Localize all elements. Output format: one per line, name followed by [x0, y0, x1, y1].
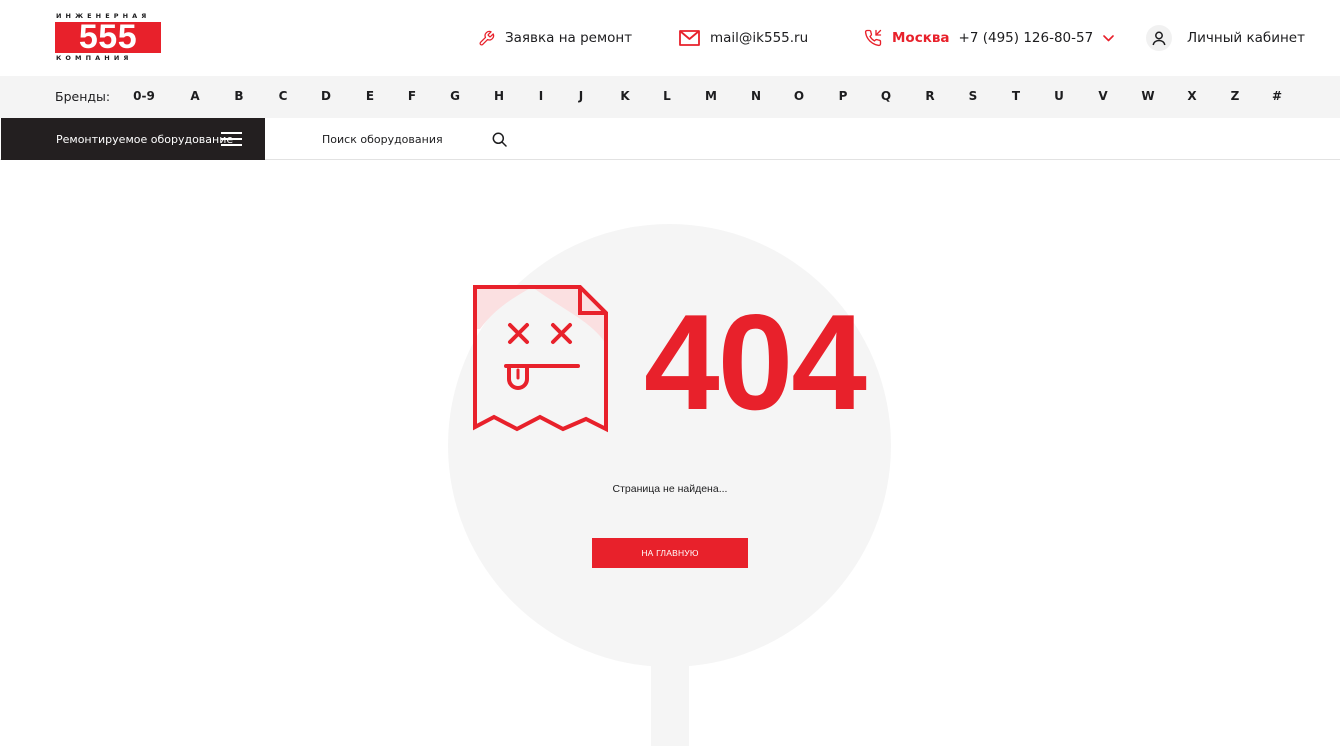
brand-letter-h[interactable]: H: [494, 76, 504, 118]
brand-letter-f[interactable]: F: [408, 76, 416, 118]
brand-letter-x[interactable]: X: [1187, 76, 1196, 118]
account-label: Личный кабинет: [1187, 30, 1305, 46]
logo-number: 555: [78, 18, 138, 56]
go-home-button[interactable]: НА ГЛАВНУЮ: [592, 538, 748, 568]
site-header: ИНЖЕНЕРНАЯ 555 КОМПАНИЯ Заявка на ремонт…: [0, 0, 1340, 76]
phone-city-selector[interactable]: Москва +7 (495) 126-80-57: [864, 24, 1114, 52]
brand-letter-p[interactable]: P: [839, 76, 848, 118]
brand-letter-e[interactable]: E: [366, 76, 374, 118]
logo-bottom-caption: КОМПАНИЯ: [56, 54, 133, 62]
brand-letter-0-9[interactable]: 0-9: [133, 76, 155, 118]
equipment-catalog-button[interactable]: Ремонтируемое оборудование: [1, 118, 265, 160]
brand-letter-hash[interactable]: #: [1272, 76, 1282, 118]
brand-letter-q[interactable]: Q: [881, 76, 891, 118]
error-message: Страница не найдена...: [612, 483, 728, 495]
brand-letter-m[interactable]: M: [705, 76, 717, 118]
repair-request-label: Заявка на ремонт: [505, 30, 633, 46]
email-link[interactable]: mail@ik555.ru: [679, 24, 808, 52]
user-icon: [1146, 25, 1172, 51]
brand-letter-b[interactable]: B: [234, 76, 243, 118]
phone-number: +7 (495) 126-80-57: [958, 30, 1094, 46]
brands-label: Бренды:: [55, 89, 111, 104]
search-icon[interactable]: [490, 130, 508, 148]
brand-letter-j[interactable]: J: [579, 76, 583, 118]
brands-alphabet-bar: Бренды: 0-9 A B C D E F G H I J K L M N …: [0, 76, 1340, 118]
brand-letter-i[interactable]: I: [539, 76, 543, 118]
company-logo[interactable]: ИНЖЕНЕРНАЯ 555 КОМПАНИЯ: [55, 13, 161, 63]
brand-letter-g[interactable]: G: [450, 76, 460, 118]
wrench-icon: [478, 30, 495, 47]
brand-letter-v[interactable]: V: [1098, 76, 1107, 118]
brand-letter-u[interactable]: U: [1054, 76, 1064, 118]
chevron-down-icon: [1103, 34, 1114, 42]
error-code: 404: [644, 286, 867, 438]
email-address: mail@ik555.ru: [710, 30, 809, 46]
brand-letter-n[interactable]: N: [751, 76, 761, 118]
envelope-icon: [679, 30, 700, 46]
account-link[interactable]: Личный кабинет: [1146, 24, 1305, 52]
brand-letter-r[interactable]: R: [925, 76, 934, 118]
brand-letter-t[interactable]: T: [1012, 76, 1020, 118]
brand-letter-c[interactable]: C: [279, 76, 288, 118]
brand-letter-s[interactable]: S: [969, 76, 978, 118]
brand-letter-a[interactable]: A: [190, 76, 199, 118]
brand-letter-k[interactable]: K: [620, 76, 629, 118]
equipment-catalog-label: Ремонтируемое оборудование: [56, 132, 234, 146]
hamburger-menu-icon: [221, 132, 242, 147]
brand-letter-o[interactable]: O: [794, 76, 804, 118]
broken-page-icon: [473, 285, 608, 433]
brand-letter-d[interactable]: D: [321, 76, 331, 118]
phone-icon: [864, 29, 882, 47]
brand-letter-l[interactable]: L: [663, 76, 671, 118]
city-name: Москва: [892, 30, 950, 46]
brand-letter-w[interactable]: W: [1141, 76, 1154, 118]
brand-letter-z[interactable]: Z: [1231, 76, 1240, 118]
repair-request-link[interactable]: Заявка на ремонт: [478, 24, 632, 52]
catalog-search-row: Ремонтируемое оборудование: [0, 118, 1340, 160]
